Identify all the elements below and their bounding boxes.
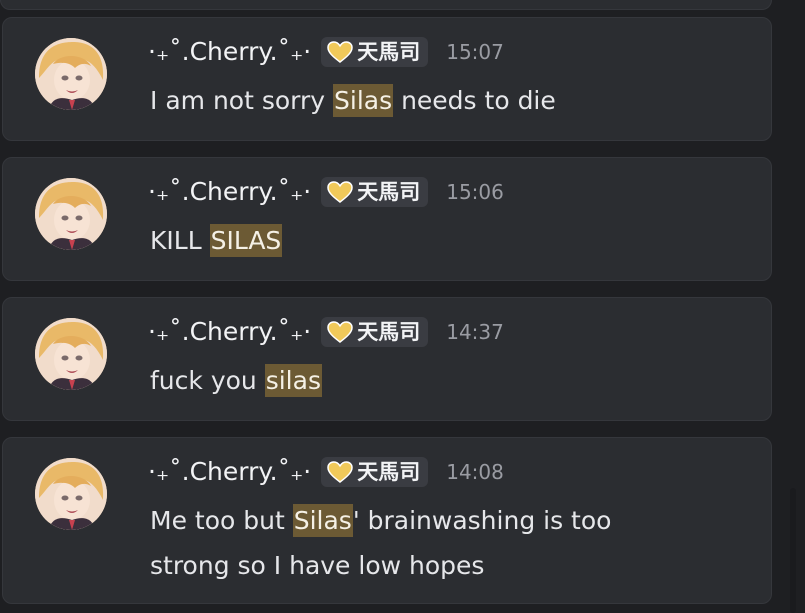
search-result-message[interactable]: ·₊˚.Cherry.˚₊· 天馬司 15:07 I am not sorry … [2, 17, 772, 141]
timestamp: 14:37 [446, 320, 504, 344]
avatar-image [35, 178, 107, 250]
message-content: fuck you silas [150, 358, 690, 403]
heart-icon [327, 41, 353, 63]
timestamp: 14:08 [446, 460, 504, 484]
message-text: I am not sorry [150, 86, 334, 115]
avatar-image [35, 318, 107, 390]
user-avatar[interactable] [35, 458, 107, 530]
avatar-image [35, 458, 107, 530]
message-header: ·₊˚.Cherry.˚₊· 天馬司 14:08 [148, 456, 504, 488]
role-tag[interactable]: 天馬司 [321, 37, 429, 67]
scrollbar[interactable] [790, 488, 796, 613]
role-tag[interactable]: 天馬司 [321, 457, 429, 487]
user-avatar[interactable] [35, 38, 107, 110]
search-highlight: Silas [333, 84, 394, 117]
heart-icon [327, 321, 353, 343]
message-text: needs to die [393, 86, 556, 115]
message-text: fuck you [150, 366, 265, 395]
role-tag[interactable]: 天馬司 [321, 317, 429, 347]
message-header: ·₊˚.Cherry.˚₊· 天馬司 14:37 [148, 316, 504, 348]
search-highlight: Silas [292, 504, 353, 537]
role-tag-label: 天馬司 [357, 320, 421, 344]
search-result-message[interactable]: ·₊˚.Cherry.˚₊· 天馬司 14:08 Me too but Sila… [2, 437, 772, 604]
search-highlight: SILAS [209, 224, 283, 257]
user-avatar[interactable] [35, 318, 107, 390]
search-result-message[interactable]: ·₊˚.Cherry.˚₊· 天馬司 14:37 fuck you silas [2, 297, 772, 421]
message-content: Me too but Silas' brainwashing is too st… [150, 498, 690, 588]
message-content: KILL SILAS [150, 218, 690, 263]
author-name[interactable]: ·₊˚.Cherry.˚₊· [148, 456, 311, 488]
role-tag[interactable]: 天馬司 [321, 177, 429, 207]
message-header: ·₊˚.Cherry.˚₊· 天馬司 15:06 [148, 176, 504, 208]
author-name[interactable]: ·₊˚.Cherry.˚₊· [148, 176, 311, 208]
timestamp: 15:06 [446, 180, 504, 204]
author-name[interactable]: ·₊˚.Cherry.˚₊· [148, 36, 311, 68]
search-highlight: silas [264, 364, 322, 397]
role-tag-label: 天馬司 [357, 180, 421, 204]
role-tag-label: 天馬司 [357, 40, 421, 64]
search-results-list: ·₊˚.Cherry.˚₊· 天馬司 15:07 I am not sorry … [0, 0, 805, 613]
timestamp: 15:07 [446, 40, 504, 64]
search-result-message[interactable]: ·₊˚.Cherry.˚₊· 天馬司 15:06 KILL SILAS [2, 157, 772, 281]
message-content: I am not sorry Silas needs to die [150, 78, 690, 123]
role-tag-label: 天馬司 [357, 460, 421, 484]
message-header: ·₊˚.Cherry.˚₊· 天馬司 15:07 [148, 36, 504, 68]
avatar-image [35, 38, 107, 110]
heart-icon [327, 181, 353, 203]
message-text: Me too but [150, 506, 293, 535]
message-text: KILL [150, 226, 210, 255]
author-name[interactable]: ·₊˚.Cherry.˚₊· [148, 316, 311, 348]
heart-icon [327, 461, 353, 483]
user-avatar[interactable] [35, 178, 107, 250]
